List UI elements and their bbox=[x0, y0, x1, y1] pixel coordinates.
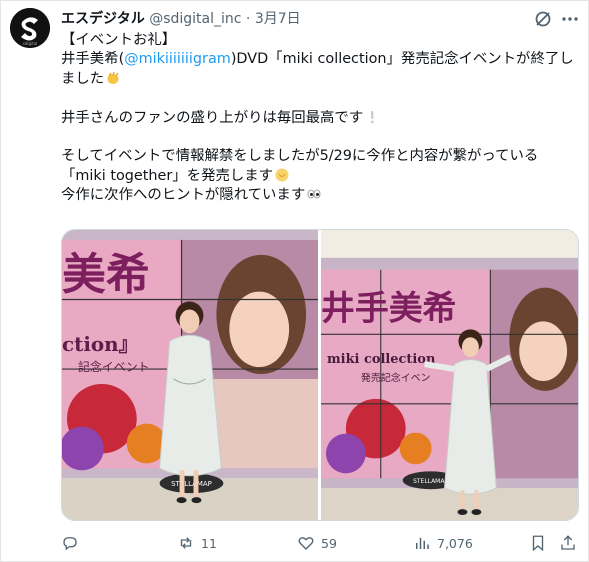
grok-icon bbox=[535, 11, 551, 27]
share-icon bbox=[561, 535, 575, 550]
media-grid: 美希 ction』 記念イベント STELLAMAP 井手美希 miki col… bbox=[61, 229, 579, 521]
tweet-text: 【イベントお礼】 井手美希(@mikiiiiiiigram)DVD「miki c… bbox=[61, 31, 581, 206]
bookmark-icon bbox=[532, 535, 544, 552]
text-line: 「miki together」を発売します bbox=[61, 167, 581, 186]
eyes-emoji-icon bbox=[307, 189, 321, 199]
like-count: 59 bbox=[321, 535, 337, 551]
views-chart-icon bbox=[416, 537, 429, 549]
poster-small-text: 発売記念イベン bbox=[361, 371, 431, 384]
retweet-button[interactable]: 11 bbox=[177, 529, 217, 557]
exclamation-emoji-icon bbox=[371, 110, 374, 123]
mention-link[interactable]: @mikiiiiiiigram bbox=[124, 51, 231, 67]
text-line: 【イベントお礼】 bbox=[61, 32, 177, 48]
views-count: 7,076 bbox=[437, 535, 473, 551]
poster-big-text: 井手美希 bbox=[321, 287, 456, 327]
event-photo-2-image: 井手美希 miki collection 発売記念イベン STELLAMAP bbox=[321, 230, 578, 520]
like-button[interactable]: 59 bbox=[297, 529, 337, 557]
poster-sub-text: ction』 bbox=[62, 332, 139, 356]
avatar[interactable]: sdigital bbox=[10, 8, 50, 48]
poster-small-text: 記念イベント bbox=[78, 360, 150, 374]
avatar-caption: sdigital bbox=[23, 41, 38, 46]
yellow-heart-emoji-icon bbox=[275, 168, 289, 182]
views-button[interactable]: 7,076 bbox=[413, 529, 473, 557]
tweet-card[interactable]: sdigital エスデジタル @sdigital_inc · 3月7日 【イベ… bbox=[0, 0, 589, 562]
poster-sub-text: miki collection bbox=[327, 352, 436, 367]
retweet-icon bbox=[180, 537, 192, 549]
reply-icon bbox=[63, 537, 77, 551]
separator-dot: · bbox=[245, 11, 251, 27]
text-line: 井手美希(@mikiiiiiiigram)DVD「miki collection… bbox=[61, 51, 574, 68]
author-handle[interactable]: @sdigital_inc bbox=[149, 11, 241, 27]
bookmark-button[interactable] bbox=[529, 529, 547, 557]
clapping-hands-emoji-icon bbox=[107, 71, 119, 84]
poster-big-text: 美希 bbox=[62, 250, 150, 301]
post-date[interactable]: 3月7日 bbox=[255, 11, 301, 27]
more-options-button[interactable] bbox=[560, 9, 580, 29]
sdigital-logo-icon: sdigital bbox=[10, 8, 50, 48]
grok-button[interactable] bbox=[533, 9, 553, 29]
text-line: そしてイベントで情報解禁をしましたが5/29に今作と内容が繋がっている bbox=[61, 148, 539, 165]
more-dots-icon bbox=[562, 17, 578, 21]
text-line: 今作に次作へのヒントが隠れています bbox=[61, 186, 581, 205]
reply-button[interactable] bbox=[61, 529, 85, 557]
floor-sign-text: STELLAMAP bbox=[413, 478, 448, 485]
event-photo-1[interactable]: 美希 ction』 記念イベント STELLAMAP bbox=[62, 230, 318, 520]
floor-sign-text: STELLAMAP bbox=[171, 480, 212, 488]
heart-icon bbox=[298, 537, 314, 550]
event-photo-2[interactable]: 井手美希 miki collection 発売記念イベン STELLAMAP bbox=[321, 230, 578, 520]
event-photo-1-image: 美希 ction』 記念イベント STELLAMAP bbox=[62, 230, 318, 520]
retweet-count: 11 bbox=[201, 535, 217, 551]
text-line: ました bbox=[61, 70, 581, 89]
tweet-header: エスデジタル @sdigital_inc · 3月7日 bbox=[61, 9, 301, 29]
text-line: 井手さんのファンの盛り上がりは毎回最高です bbox=[61, 109, 581, 128]
author-name[interactable]: エスデジタル bbox=[61, 11, 145, 27]
share-button[interactable] bbox=[559, 529, 577, 557]
action-bar: 11 59 7,076 bbox=[61, 529, 581, 557]
